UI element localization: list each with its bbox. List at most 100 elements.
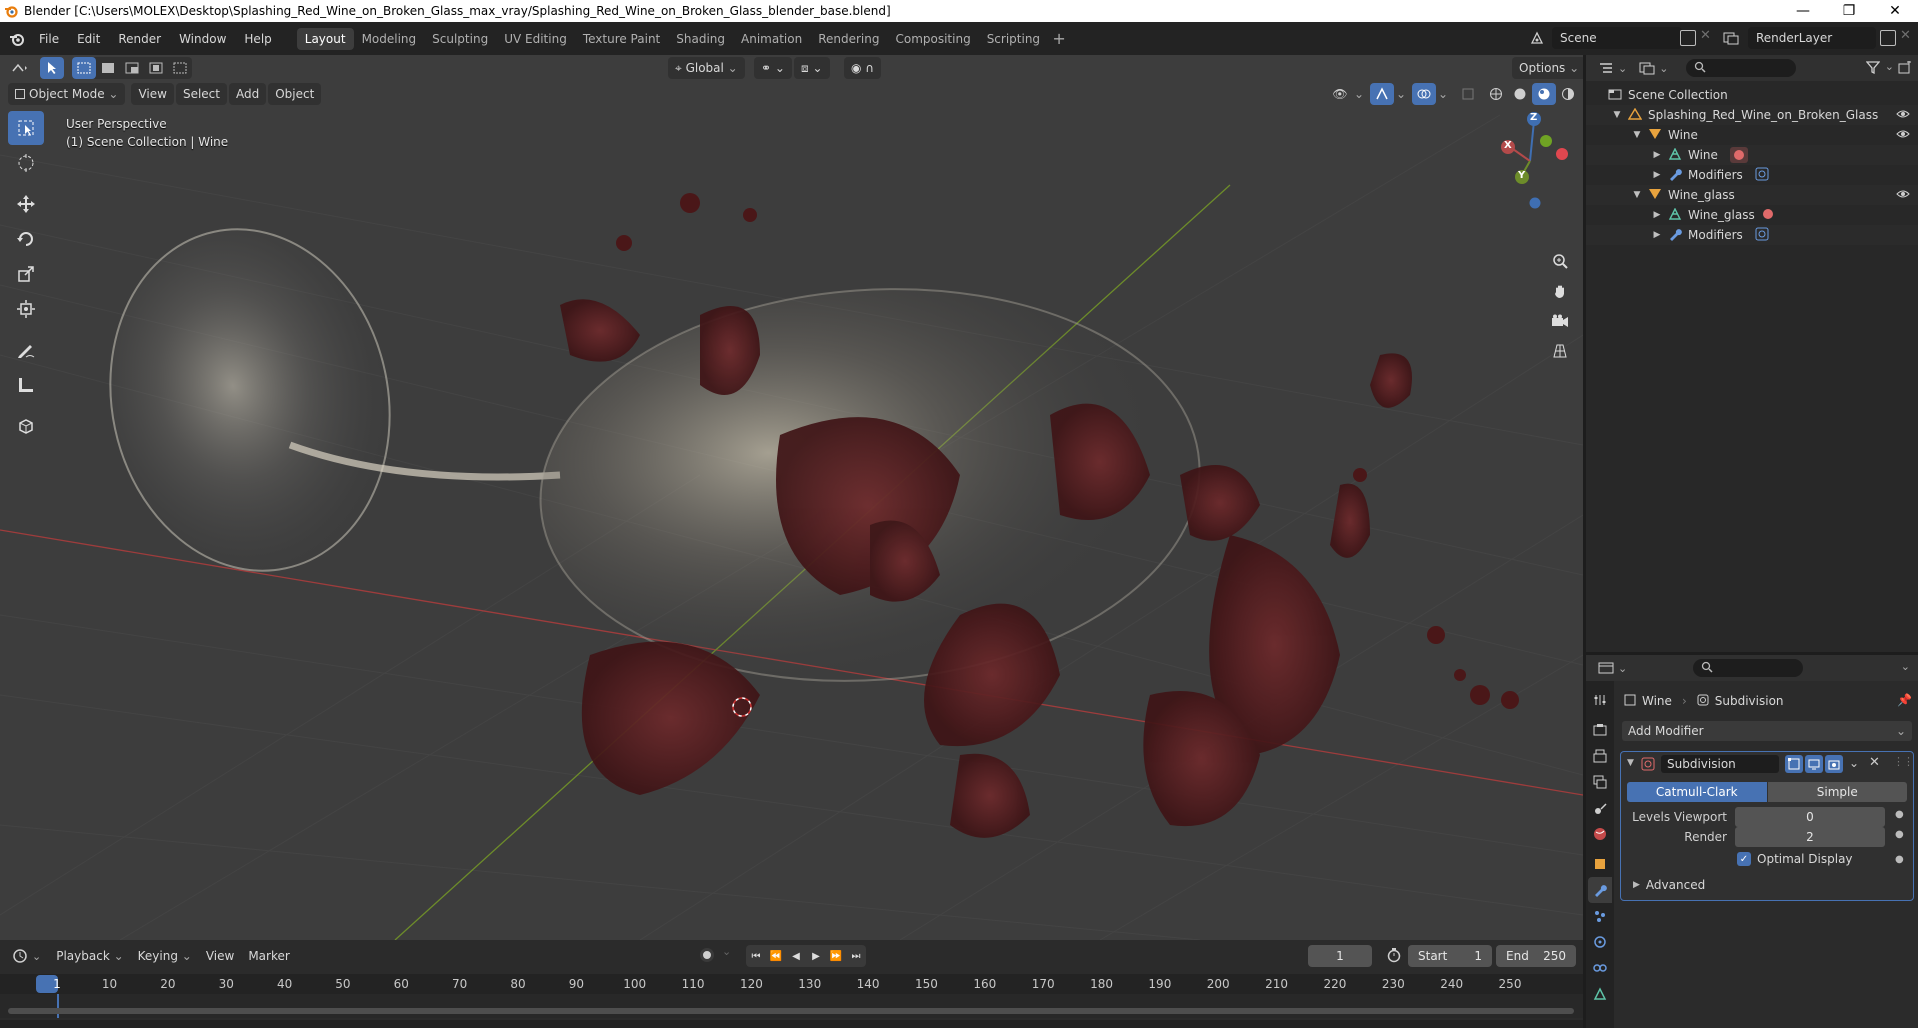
delete-view-layer-icon[interactable]: ✕ — [1900, 28, 1911, 43]
chevron-down-icon[interactable]: ⌄ — [1659, 62, 1668, 75]
viewport-menu-add[interactable]: Add — [228, 83, 267, 105]
outliner-search-field[interactable] — [1686, 59, 1797, 77]
tree-item-collection[interactable]: ▼ Splashing_Red_Wine_on_Broken_Glass — [1586, 105, 1918, 125]
optimal-display-checkbox[interactable]: ✓ Optimal Display — [1737, 852, 1853, 866]
tab-compositing[interactable]: Compositing — [887, 28, 978, 50]
jump-keyframe-back-icon[interactable]: ⏪ — [766, 945, 786, 967]
zoom-icon[interactable] — [1546, 247, 1574, 275]
physics-tab-icon[interactable] — [1588, 929, 1612, 955]
jump-start-icon[interactable]: ⏮ — [746, 945, 766, 967]
material-icon[interactable] — [1729, 147, 1748, 163]
menu-file[interactable]: File — [30, 28, 68, 50]
tree-item-wine-modifiers[interactable]: ▶ Modifiers — [1586, 165, 1918, 185]
outliner-editor-type-icon[interactable] — [1594, 57, 1618, 79]
snap-toggle[interactable]: ⧈ ⌄ — [794, 57, 830, 79]
cursor-tool-icon[interactable] — [8, 146, 44, 180]
chevron-down-icon[interactable]: ⌄ — [1618, 62, 1627, 75]
view-layer-tab-icon[interactable] — [1588, 769, 1612, 795]
select-box-tool-icon[interactable] — [8, 111, 44, 145]
transform-orientation-dropdown[interactable]: ⌖ Global ⌄ — [668, 57, 745, 79]
eye-icon[interactable] — [1896, 128, 1910, 143]
expand-arrow-icon[interactable]: ▶ — [1650, 210, 1664, 220]
transform-tool-icon[interactable] — [8, 292, 44, 326]
simple-option[interactable]: Simple — [1767, 782, 1907, 802]
view-layer-field[interactable]: RenderLayer — [1748, 27, 1876, 49]
current-frame-field[interactable]: 1 — [1308, 945, 1372, 967]
perspective-toggle-icon[interactable] — [1546, 337, 1574, 365]
chevron-down-icon[interactable]: ⌄ — [1580, 83, 1583, 105]
output-tab-icon[interactable] — [1588, 743, 1612, 769]
advanced-subpanel-header[interactable]: ▶ Advanced — [1627, 878, 1705, 892]
rendered-shading-icon[interactable] — [1556, 83, 1580, 105]
end-frame-field[interactable]: End 250 — [1496, 945, 1576, 967]
start-frame-field[interactable]: Start 1 — [1408, 945, 1492, 967]
solid-shading-icon[interactable] — [1508, 83, 1532, 105]
stopwatch-icon[interactable] — [1386, 947, 1402, 966]
maximize-icon[interactable]: ❐ — [1826, 0, 1872, 22]
select-mode-invert-icon[interactable] — [144, 57, 168, 79]
properties-search-field[interactable] — [1693, 659, 1804, 677]
timeline-menu-marker[interactable]: Marker — [241, 945, 296, 967]
material-preview-shading-icon[interactable] — [1532, 83, 1556, 105]
drag-handle-icon[interactable]: ⋮⋮ — [1893, 755, 1914, 768]
options-dropdown[interactable]: Options ⌄ — [1512, 57, 1583, 79]
select-mode-subtract-icon[interactable] — [120, 57, 144, 79]
expand-arrow-icon[interactable]: ▼ — [1610, 110, 1624, 120]
chevron-down-icon[interactable]: ⌄ — [1901, 660, 1910, 673]
eye-icon[interactable] — [1896, 188, 1910, 203]
scene-name-field[interactable]: Scene — [1552, 27, 1682, 49]
viewport-menu-object[interactable]: Object — [268, 83, 322, 105]
add-modifier-dropdown[interactable]: Add Modifier ⌄ — [1622, 721, 1912, 741]
gizmo-toggle-icon[interactable] — [1370, 83, 1394, 105]
annotate-tool-icon[interactable] — [8, 333, 44, 367]
menu-edit[interactable]: Edit — [68, 28, 109, 50]
chevron-down-icon[interactable]: ⌄ — [1618, 662, 1627, 675]
expand-arrow-icon[interactable]: ▶ — [1650, 150, 1664, 160]
overlays-toggle-icon[interactable] — [1412, 83, 1436, 105]
jump-keyframe-forward-icon[interactable]: ⏩ — [826, 945, 846, 967]
timeline-menu-view[interactable]: View — [199, 945, 241, 967]
blender-menu-icon[interactable] — [4, 28, 30, 50]
new-view-layer-icon[interactable] — [1880, 30, 1896, 46]
add-workspace-button[interactable]: + — [1048, 28, 1070, 50]
move-tool-icon[interactable] — [8, 187, 44, 221]
levels-viewport-field[interactable]: 0 — [1735, 807, 1885, 827]
object-tab-icon[interactable] — [1588, 851, 1612, 877]
properties-editor-type-icon[interactable] — [1594, 657, 1618, 679]
view-layer-icon[interactable] — [1722, 30, 1744, 46]
timeline-scrollbar[interactable] — [8, 1008, 1574, 1014]
tab-layout[interactable]: Layout — [296, 27, 354, 50]
timeline-tracks[interactable] — [0, 994, 1583, 1018]
menu-window[interactable]: Window — [170, 28, 235, 50]
keyframe-dot-icon[interactable]: ● — [1895, 809, 1904, 820]
proportional-editing-toggle[interactable]: ◉ ∩ — [844, 57, 882, 79]
scene-tab-icon[interactable] — [1588, 795, 1612, 821]
chevron-down-icon[interactable]: ⌄ — [1352, 83, 1366, 105]
collapse-arrow-icon[interactable]: ▼ — [1627, 758, 1634, 768]
tool-settings-tab-icon[interactable] — [1588, 687, 1612, 713]
expand-arrow-icon[interactable]: ▼ — [1630, 130, 1644, 140]
chevron-down-icon[interactable]: ⌄ — [1849, 756, 1859, 770]
tab-uv-editing[interactable]: UV Editing — [496, 28, 575, 50]
modifier-name-field[interactable]: Subdivision — [1661, 755, 1779, 773]
viewport-menu-view[interactable]: View — [131, 83, 174, 105]
tab-scripting[interactable]: Scripting — [979, 28, 1048, 50]
delete-scene-icon[interactable]: ✕ — [1700, 28, 1711, 43]
tree-item-wine-object[interactable]: ▼ Wine — [1586, 125, 1918, 145]
data-tab-icon[interactable] — [1588, 981, 1612, 1007]
menu-render[interactable]: Render — [109, 28, 170, 50]
render-toggle-icon[interactable] — [1825, 755, 1843, 773]
pan-hand-icon[interactable] — [1546, 277, 1574, 305]
xray-toggle-icon[interactable] — [1456, 83, 1480, 105]
chevron-down-icon[interactable]: ⌄ — [32, 950, 41, 963]
visibility-toggle-icon[interactable]: 👁 — [1328, 83, 1352, 105]
jump-end-icon[interactable]: ⏭ — [846, 945, 866, 967]
viewport-display-toggle-icon[interactable] — [1805, 755, 1823, 773]
keyframe-dot-icon[interactable]: ● — [1895, 854, 1904, 865]
material-icon[interactable] — [1762, 208, 1773, 222]
play-reverse-icon[interactable]: ◀ — [786, 945, 806, 967]
tab-sculpting[interactable]: Sculpting — [424, 28, 496, 50]
render-levels-field[interactable]: 2 — [1735, 827, 1885, 847]
tree-item-wine-mesh[interactable]: ▶ Wine — [1586, 145, 1918, 165]
world-tab-icon[interactable] — [1588, 821, 1612, 847]
